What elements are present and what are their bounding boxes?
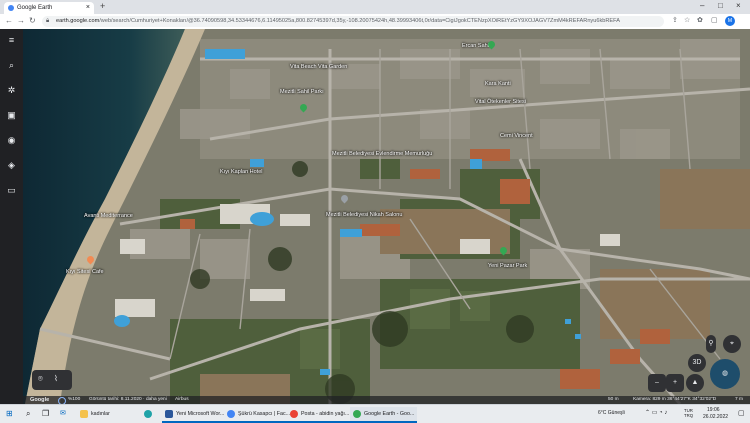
map-label[interactable]: Vita Beach Vita Garden [290, 64, 347, 70]
map-label[interactable]: Vital Ötekenler Sitesi [475, 99, 526, 105]
map-label[interactable]: Yeni Pazar Park [488, 263, 527, 269]
map-label[interactable]: Cemi Vincent [500, 133, 533, 139]
map-label[interactable]: Avanti Mediterrance [84, 213, 133, 219]
clock-date[interactable]: 26.02.2022 [703, 414, 728, 420]
tab-google-earth[interactable]: Google Earth × [4, 2, 94, 14]
search-icon[interactable]: ⌕ [26, 407, 30, 421]
taskbar-app[interactable]: Şükrü Kasapcı | Fac... [224, 407, 294, 423]
browser-tab-strip: Google Earth × + – □ × [0, 0, 750, 14]
windows-taskbar: ⊞ ⌕ ❐ ✉ kadınlar Yeni Microsoft Wor... Ş… [0, 404, 750, 423]
camera-coordinates: Kamera: 829 m 36°44'27"K 34°32'02"D [633, 397, 717, 402]
zoom-percent: %100 [68, 397, 81, 402]
side-panel-icon[interactable]: ▢ [711, 16, 718, 24]
chrome-icon [227, 409, 235, 418]
edge-button[interactable] [144, 407, 155, 421]
address-row: ← → ↻ 🔒︎ earth.google.com/web/search/Cum… [0, 14, 750, 30]
share-icon[interactable]: ⇪ [672, 16, 678, 24]
feeling-lucky-icon[interactable]: ▣ [5, 109, 18, 122]
notification-icon[interactable]: ▢ [738, 409, 745, 417]
map-label[interactable]: Mezitli Sahil Parkı [280, 89, 324, 95]
taskbar-app-label: Google Earth - Goo... [364, 411, 415, 417]
menu-icon[interactable]: ≡ [5, 34, 18, 47]
taskbar-app[interactable]: Yeni Microsoft Wor... [162, 407, 228, 423]
minimize-button[interactable]: – [700, 1, 704, 10]
close-window-button[interactable]: × [736, 1, 741, 10]
tab-close-icon[interactable]: × [86, 2, 90, 14]
map-label[interactable]: Mezitli Belediyesi Evlendirme Memurluğu [332, 151, 432, 157]
weather-widget[interactable]: 6°C Güneşli [598, 410, 625, 416]
zoom-in-button[interactable]: + [666, 374, 684, 392]
place-marker-icon[interactable]: ⌾ [38, 374, 43, 384]
address-bar[interactable]: 🔒︎ earth.google.com/web/search/Cumhuriye… [42, 16, 664, 27]
file-explorer-button[interactable]: kadınlar [80, 407, 110, 421]
profile-avatar[interactable]: M [725, 16, 735, 26]
explorer-label: kadınlar [91, 411, 110, 417]
pegman-icon[interactable]: ⚲ [706, 335, 716, 353]
map-label[interactable]: Kıyı Kaplan Hotel [220, 169, 263, 175]
compass-icon[interactable]: ▲ [686, 374, 704, 392]
language-indicator[interactable]: TUR TRQ [684, 408, 696, 418]
url-path: /web/search/Cumhuriyet+Konakları/@36.740… [99, 18, 620, 24]
extensions-icon[interactable]: ✿ [697, 16, 703, 24]
share-icon[interactable]: ▭ [5, 184, 18, 197]
chrome-icon [290, 409, 298, 418]
projects-icon[interactable]: ◉ [5, 134, 18, 147]
measure-icon[interactable]: ⌇ [54, 374, 58, 383]
chrome-icon [353, 409, 361, 418]
map-label[interactable]: Kıyı Sitesi Cafe [66, 269, 104, 275]
back-button[interactable]: ← [5, 16, 13, 25]
reload-button[interactable]: ↻ [29, 16, 36, 25]
mail-icon[interactable]: ✉ [60, 407, 66, 421]
earth-map-viewport[interactable]: Vita Beach Vita Garden Kara Kanti Mezitl… [0, 29, 750, 404]
google-earth-favicon-icon [8, 5, 14, 11]
zoom-out-button[interactable]: – [648, 374, 666, 392]
elevation: 7 m [735, 397, 743, 402]
scale-bar: 50 m [608, 397, 619, 402]
edge-icon [144, 409, 152, 418]
map-status-bar: Google %100 Görüntü tarihi: 8.11.2020 · … [23, 396, 750, 405]
maximize-button[interactable]: □ [718, 1, 723, 10]
bookmark-star-icon[interactable]: ☆ [684, 16, 690, 24]
map-style-icon[interactable]: ◈ [5, 159, 18, 172]
imagery-provider: Airbus [175, 397, 189, 402]
new-tab-button[interactable]: + [100, 1, 105, 11]
task-view-icon[interactable]: ❐ [42, 407, 49, 421]
start-button[interactable]: ⊞ [6, 407, 13, 421]
my-location-button[interactable]: ⌖ [723, 335, 741, 353]
url-host: earth.google.com [56, 18, 100, 24]
search-icon[interactable]: ⌕ [5, 59, 18, 72]
word-icon [165, 409, 173, 418]
folder-icon [80, 409, 88, 418]
map-label[interactable]: Kara Kanti [485, 81, 511, 87]
imagery-date[interactable]: Görüntü tarihi: 8.11.2020 · daha yeni [89, 396, 167, 404]
map-label[interactable]: Mezitli Belediyesi Nikah Salonu [326, 212, 402, 218]
taskbar-app-label: Posta - abidin yağı... [301, 411, 350, 417]
taskbar-app-label: Yeni Microsoft Wor... [176, 411, 225, 417]
forward-button[interactable]: → [17, 16, 25, 25]
voyager-icon[interactable]: ✲ [5, 84, 18, 97]
map-label[interactable]: Ercan Sahil [462, 43, 490, 49]
measure-tools: ⌾ ⌇ [32, 370, 72, 390]
earth-sidebar: ≡ ⌕ ✲ ▣ ◉ ◈ ▭ [0, 29, 23, 404]
tilt-3d-button[interactable]: 3D [688, 354, 706, 372]
tray-icons[interactable]: ⌃ ▭ ◔ ♪ [645, 409, 667, 416]
clock-time[interactable]: 19:06 [707, 407, 720, 413]
google-logo: Google [30, 397, 50, 403]
taskbar-app-label: Şükrü Kasapcı | Fac... [238, 411, 291, 417]
lock-icon: 🔒︎ [46, 18, 50, 24]
taskbar-app[interactable]: Posta - abidin yağı... [287, 407, 353, 423]
globe-icon[interactable]: ◍ [710, 359, 740, 389]
taskbar-app-active[interactable]: Google Earth - Goo... [350, 407, 418, 423]
tab-title: Google Earth [17, 5, 53, 11]
